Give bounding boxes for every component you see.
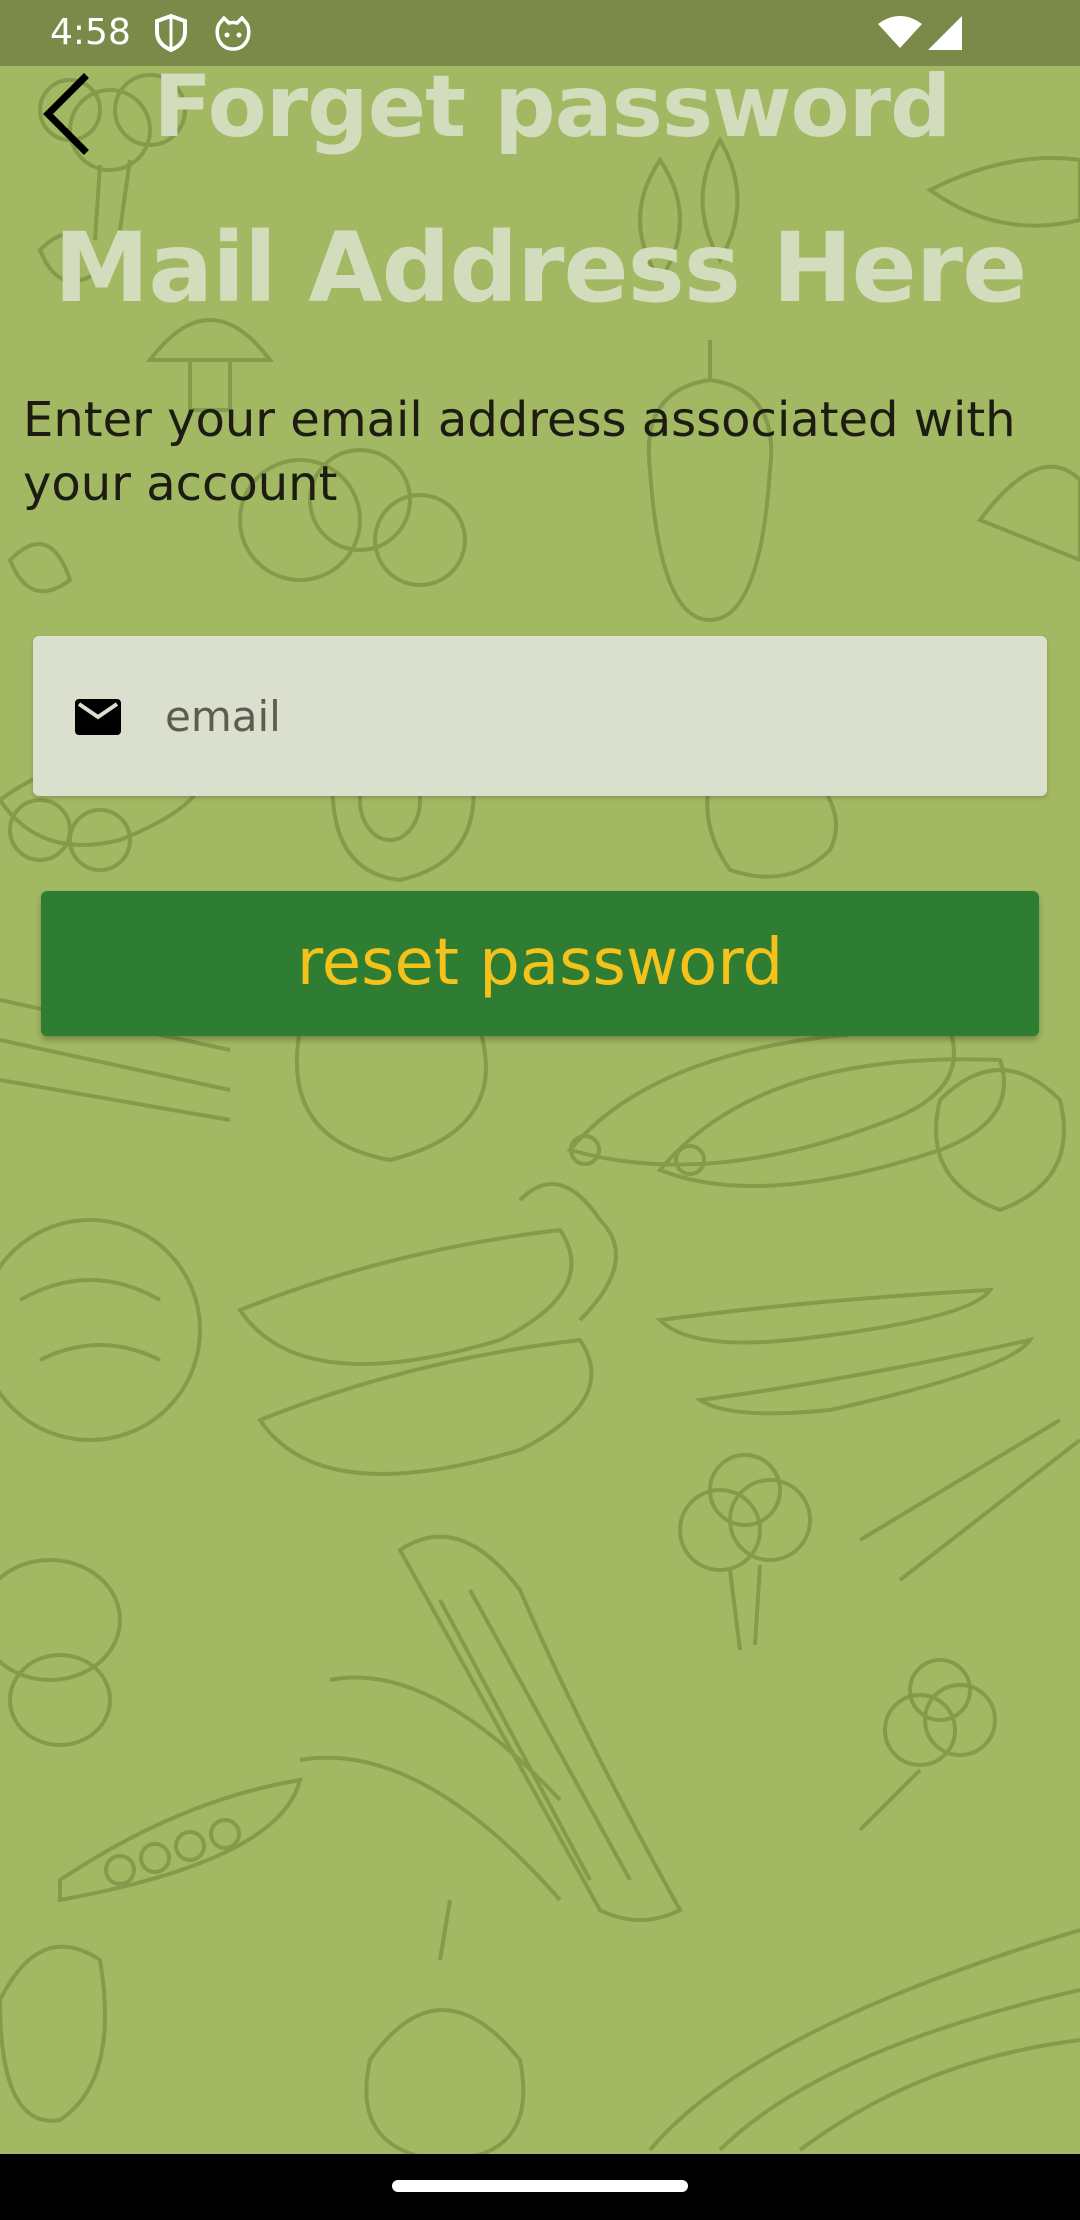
home-gesture-handle[interactable]: [392, 2180, 688, 2192]
mail-icon: [73, 692, 123, 742]
status-bar: 4:58: [0, 0, 1080, 66]
signal-icon: [928, 16, 964, 54]
reset-password-button[interactable]: reset password: [41, 891, 1039, 1036]
page-title: Forget password: [153, 57, 951, 157]
back-button[interactable]: [30, 64, 110, 160]
email-input[interactable]: [165, 674, 1015, 758]
status-time: 4:58: [50, 12, 131, 53]
navigation-bar: [0, 2154, 1080, 2220]
shield-icon: [154, 13, 188, 57]
instruction-text: Enter your email address associated with…: [23, 392, 1016, 512]
wifi-icon: [878, 16, 922, 54]
page-subtitle: Mail Address Here: [53, 212, 1027, 324]
arrow-back-icon: [43, 73, 89, 155]
email-field[interactable]: [33, 636, 1047, 796]
cat-face-icon: [214, 15, 252, 56]
